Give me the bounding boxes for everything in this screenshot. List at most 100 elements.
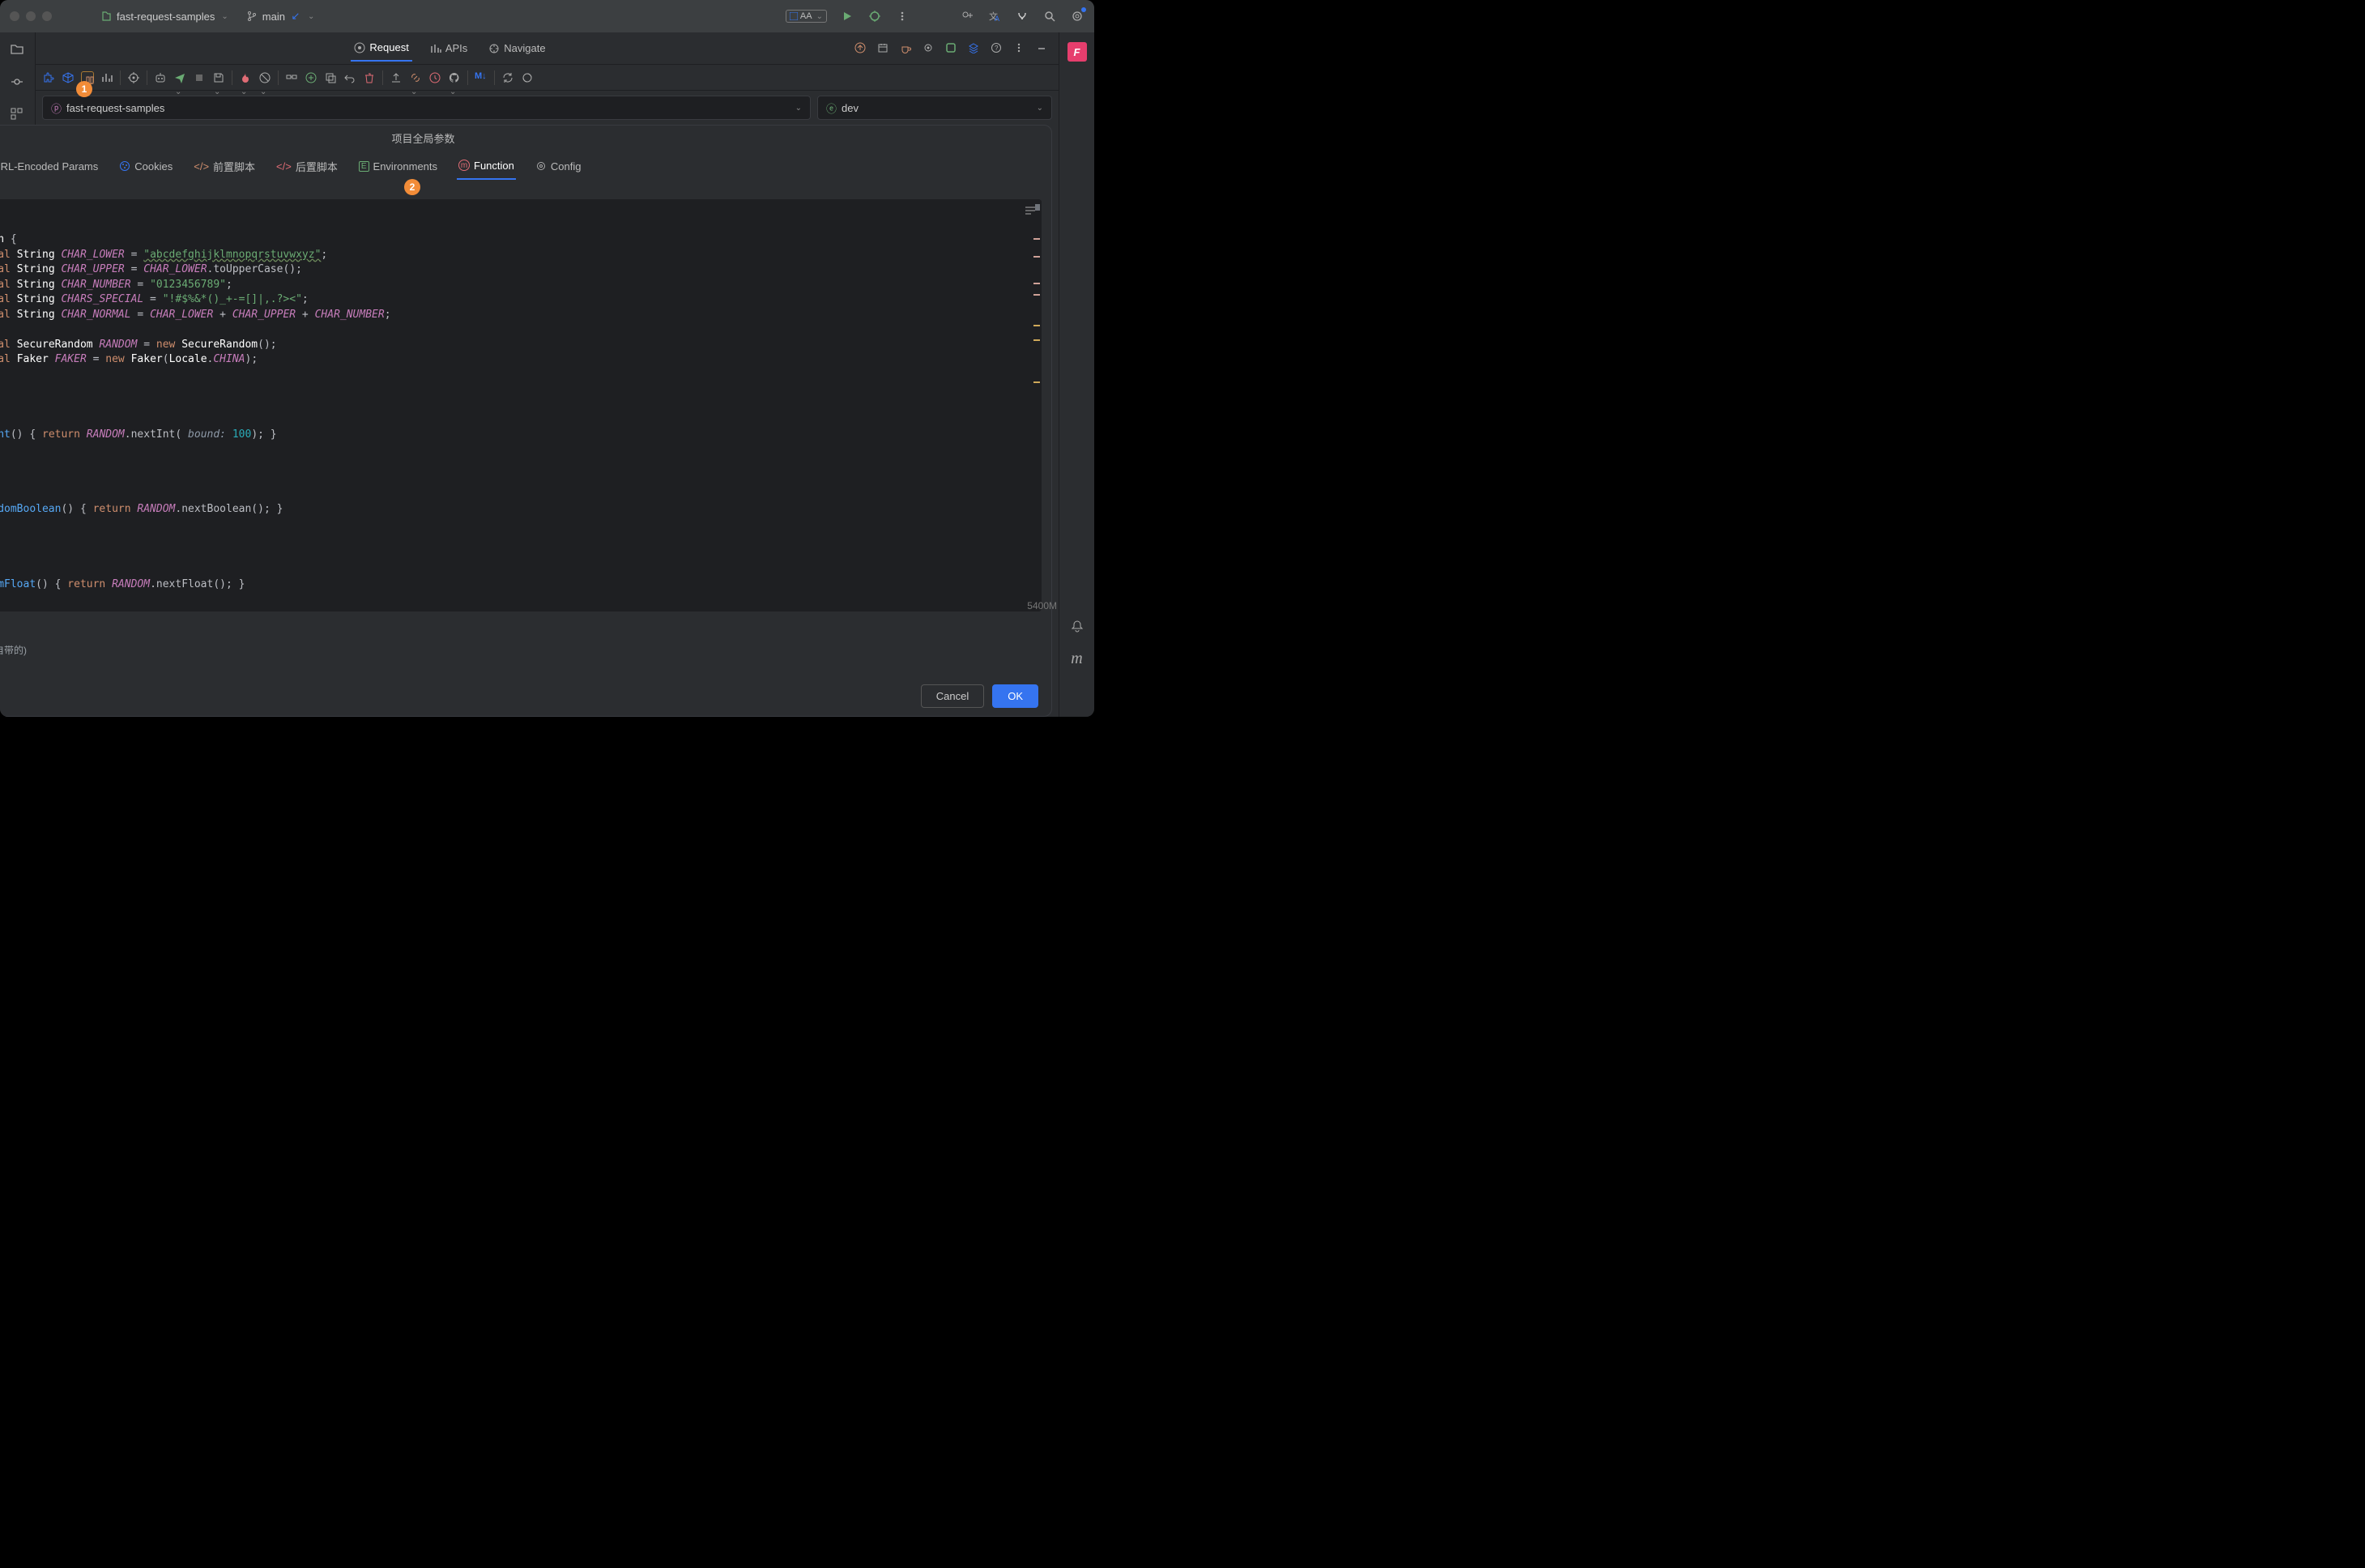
tab-cookies[interactable]: Cookies: [117, 154, 174, 179]
tab-config[interactable]: Config: [534, 154, 583, 179]
structure-icon[interactable]: [10, 107, 26, 123]
chevron-down-icon: ⌄: [795, 104, 802, 113]
tab-request[interactable]: Request: [351, 35, 411, 62]
markdown-icon[interactable]: M↓: [475, 71, 488, 84]
soft-wrap-icon[interactable]: [1024, 204, 1037, 217]
maven-icon[interactable]: m: [1071, 650, 1082, 668]
settings-icon[interactable]: [1070, 9, 1084, 23]
upload-icon[interactable]: [854, 42, 867, 55]
folder-icon[interactable]: [10, 42, 26, 58]
chevron-down-icon: ⌄: [221, 12, 228, 21]
code-area[interactable]: import ... public class FrFunction { pri…: [0, 199, 1030, 611]
bell-icon[interactable]: [1070, 619, 1084, 633]
env-letter-icon: ⓔ: [826, 100, 837, 116]
layers-icon[interactable]: [968, 42, 981, 55]
menu-icon[interactable]: [1013, 42, 1026, 55]
reader-mode-toggle[interactable]: AA⌄: [786, 10, 827, 23]
ai-icon[interactable]: [1015, 9, 1029, 23]
search-icon[interactable]: [1042, 9, 1057, 23]
branch-name: main: [262, 11, 285, 23]
calendar-icon[interactable]: [877, 42, 890, 55]
group-icon[interactable]: [285, 71, 298, 84]
request-icon: [354, 42, 365, 53]
project-letter-icon: ⓟ: [51, 100, 62, 116]
save-icon[interactable]: ⌄: [212, 71, 225, 84]
translate-icon[interactable]: 文A: [987, 9, 1002, 23]
tab-function[interactable]: mFunction: [457, 153, 516, 180]
main-panel: Request APIs Navigate ?: [36, 32, 1059, 717]
add-icon[interactable]: [305, 71, 317, 84]
code-icon: </>: [276, 160, 292, 173]
history-icon[interactable]: [428, 71, 441, 84]
tab-environments[interactable]: EEnvironments: [357, 154, 439, 179]
refresh-icon[interactable]: [501, 71, 514, 84]
export-icon[interactable]: [390, 71, 403, 84]
window-controls[interactable]: [10, 11, 52, 21]
branch-icon: [246, 11, 258, 22]
code-icon: </>: [194, 160, 209, 173]
coffee-icon[interactable]: [900, 42, 913, 55]
debug-button[interactable]: [867, 9, 882, 23]
function-icon: m: [458, 160, 470, 171]
plugin-tabs: Request APIs Navigate: [351, 35, 548, 62]
more-menu[interactable]: [895, 9, 910, 23]
target-icon[interactable]: [127, 71, 140, 84]
github-icon[interactable]: ⌄: [448, 71, 461, 84]
cancel-button[interactable]: Cancel: [921, 684, 984, 708]
run-button[interactable]: [840, 9, 854, 23]
block-icon[interactable]: ⌄: [258, 71, 271, 84]
send-icon[interactable]: ⌄: [173, 71, 186, 84]
project-icon: [100, 11, 112, 22]
env-icon: E: [359, 161, 369, 172]
code-editor[interactable]: 1891011121314151617181920212225262728293…: [0, 199, 1042, 611]
collab-icon[interactable]: [960, 9, 974, 23]
puzzle-icon[interactable]: [42, 71, 55, 84]
help-icon[interactable]: ?: [991, 42, 1004, 55]
minimize-icon[interactable]: [1036, 42, 1049, 55]
tab-prescript[interactable]: </>前置脚本: [192, 152, 257, 181]
annotation-2: 2: [404, 179, 420, 195]
tips-area: 1.请求参数中使用{@方法名称}来调用方法. 2.方法必须是无参形式的 3.建议…: [0, 611, 1051, 676]
robot-icon[interactable]: [154, 71, 167, 84]
tab-apis[interactable]: APIs: [427, 36, 471, 61]
project-combo[interactable]: ⓟ fast-request-samples ⌄: [42, 96, 811, 120]
stop-icon[interactable]: [193, 71, 206, 84]
minimap[interactable]: [1030, 199, 1042, 611]
svg-text:A: A: [995, 15, 999, 23]
fast-request-icon[interactable]: F: [1067, 42, 1087, 62]
trash-icon[interactable]: [363, 71, 376, 84]
env-combo[interactable]: ⓔ dev ⌄: [817, 96, 1052, 120]
apis-icon: [430, 43, 441, 54]
project-selector[interactable]: fast-request-samples ⌄: [100, 11, 228, 23]
reset-link[interactable]: 重置: [0, 182, 1051, 199]
tab-navigate[interactable]: Navigate: [485, 36, 548, 61]
link-icon[interactable]: ⌄: [409, 71, 422, 84]
annotation-1: 1: [76, 81, 92, 97]
tab-postscript[interactable]: </>后置脚本: [275, 152, 339, 181]
sync-icon[interactable]: [521, 71, 534, 84]
svg-text:?: ?: [995, 45, 999, 52]
global-params-dialog: 项目全局参数 HHeaders URL Params URL-Encoded P…: [0, 125, 1052, 717]
chevron-down-icon: ⌄: [308, 12, 314, 21]
commit-icon[interactable]: [10, 75, 26, 91]
branch-selector[interactable]: main ↙ ⌄: [246, 11, 315, 23]
undo-icon[interactable]: [343, 71, 356, 84]
cube-icon[interactable]: [62, 71, 75, 84]
project-name: fast-request-samples: [117, 11, 215, 23]
memory-indicator[interactable]: 5400M: [1027, 600, 1057, 611]
square-icon[interactable]: [945, 42, 958, 55]
chevron-down-icon: ⌄: [1037, 104, 1043, 113]
fire-icon[interactable]: ⌄: [239, 71, 252, 84]
action-toolbar: ⌄ ⌄ ⌄ ⌄ ⌄ ⌄ M↓: [36, 65, 1059, 91]
tab-urlencoded[interactable]: URL-Encoded Params: [0, 154, 100, 179]
incoming-icon: ↙: [290, 11, 301, 22]
right-toolbar: F m: [1059, 32, 1094, 717]
gear-icon[interactable]: [923, 42, 935, 55]
analytics-icon[interactable]: [100, 71, 113, 84]
ok-button[interactable]: OK: [992, 684, 1038, 708]
copy-icon[interactable]: [324, 71, 337, 84]
dialog-title: 项目全局参数: [391, 130, 454, 146]
navigate-icon: [488, 43, 500, 54]
cookie-icon: [119, 160, 130, 172]
gear-icon: [535, 160, 547, 172]
